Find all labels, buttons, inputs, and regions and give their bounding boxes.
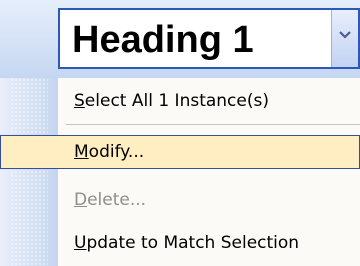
menu-item-update-to-match-selection[interactable]: Update to Match Selection xyxy=(0,226,360,260)
menu-item-modify[interactable]: Modify... xyxy=(0,135,360,169)
menu-item-label: Delete... xyxy=(74,190,147,210)
style-toolbar: Heading 1 xyxy=(0,0,360,78)
menu-item-label: Modify... xyxy=(74,142,145,162)
menu-item-label: Select All 1 Instance(s) xyxy=(74,91,269,111)
chevron-down-icon xyxy=(339,31,351,39)
style-dropdown-button[interactable] xyxy=(331,10,358,67)
style-dropdown-value: Heading 1 xyxy=(72,19,254,61)
menu-item-select-all-instances[interactable]: Select All 1 Instance(s) xyxy=(0,84,360,118)
style-dropdown[interactable]: Heading 1 xyxy=(58,8,360,69)
menu-item-delete[interactable]: Delete... xyxy=(0,183,360,217)
menu-item-label: Update to Match Selection xyxy=(74,233,300,253)
style-context-menu: Select All 1 Instance(s) Modify... Delet… xyxy=(0,78,360,266)
menu-separator xyxy=(66,124,360,125)
